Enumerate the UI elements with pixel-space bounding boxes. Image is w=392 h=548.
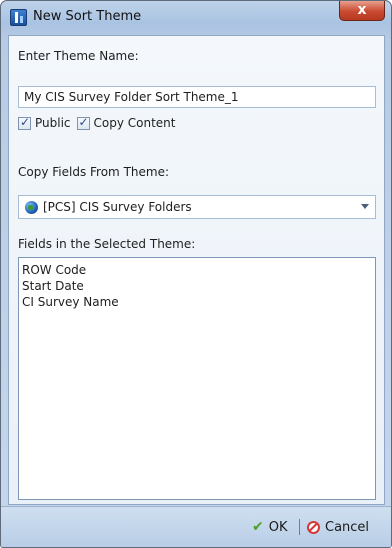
- cancel-icon: [307, 520, 320, 534]
- app-icon: [10, 9, 27, 26]
- options-row: Public Copy Content: [18, 115, 176, 131]
- list-item[interactable]: ROW Code: [22, 262, 372, 278]
- checkmark-icon: ✔: [252, 519, 264, 535]
- theme-name-label: Enter Theme Name:: [18, 49, 139, 63]
- window-title: New Sort Theme: [33, 9, 142, 24]
- cancel-button[interactable]: Cancel: [307, 517, 369, 537]
- globe-icon: [25, 201, 38, 214]
- ok-label: OK: [268, 519, 288, 535]
- close-button[interactable]: x: [339, 1, 385, 21]
- list-item[interactable]: Start Date: [22, 278, 372, 294]
- chevron-down-icon[interactable]: [361, 204, 369, 209]
- copy-content-checkbox[interactable]: [76, 115, 90, 130]
- copy-fields-label: Copy Fields From Theme:: [18, 165, 169, 179]
- fields-label: Fields in the Selected Theme:: [18, 237, 196, 251]
- dialog-body: Enter Theme Name: My CIS Survey Folder S…: [8, 35, 385, 505]
- new-sort-theme-dialog: New Sort Theme x Enter Theme Name: My CI…: [0, 0, 392, 548]
- button-divider: [299, 519, 300, 535]
- cancel-label: Cancel: [325, 519, 370, 535]
- copy-content-label: Copy Content: [93, 116, 176, 130]
- ok-button[interactable]: ✔ OK: [252, 517, 288, 537]
- list-item[interactable]: CI Survey Name: [22, 294, 372, 310]
- title-bar[interactable]: New Sort Theme x: [1, 1, 391, 35]
- fields-listbox[interactable]: ROW Code Start Date CI Survey Name: [18, 257, 376, 500]
- public-label: Public: [35, 116, 71, 130]
- copy-fields-value: [PCS] CIS Survey Folders: [43, 200, 192, 214]
- public-checkbox[interactable]: [18, 115, 31, 130]
- button-bar: ✔ OK Cancel: [1, 506, 391, 547]
- theme-name-input[interactable]: My CIS Survey Folder Sort Theme_1: [18, 86, 376, 108]
- copy-fields-dropdown[interactable]: [PCS] CIS Survey Folders: [18, 195, 376, 219]
